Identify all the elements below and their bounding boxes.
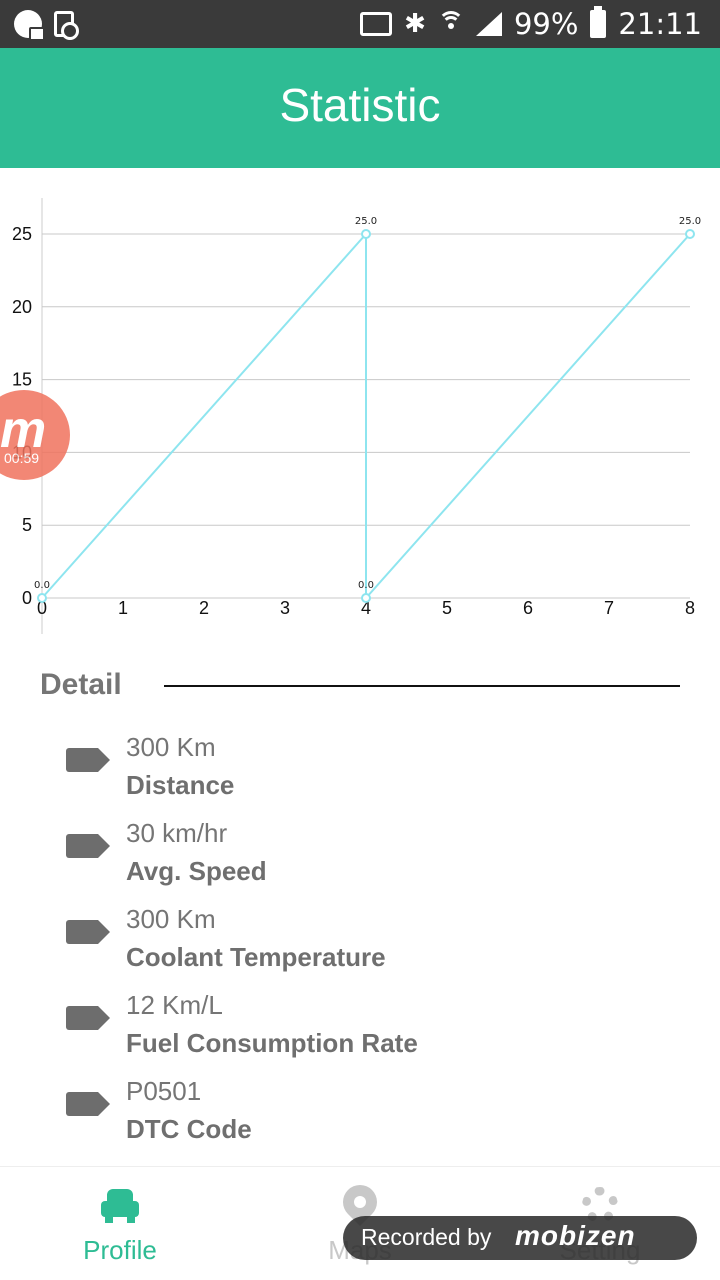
signal-icon: [475, 12, 502, 36]
statistic-chart: 05101520250123456780.025.00.025.0: [0, 168, 720, 648]
data-label: 0.0: [358, 580, 374, 591]
tag-icon: [66, 1006, 110, 1030]
y-tick-label: 0: [22, 588, 32, 608]
detail-list: 300 Km Distance 30 km/hr Avg. Speed 300 …: [66, 730, 686, 1160]
chart-svg: 05101520250123456780.025.00.025.0: [12, 198, 701, 634]
battery-percent: 99%: [513, 7, 579, 41]
detail-label: Avg. Speed: [126, 856, 267, 886]
status-bar-right: ✱ 99% 21:11: [360, 0, 702, 48]
detail-label: Coolant Temperature: [126, 942, 386, 972]
status-bar: ✱ 99% 21:11: [0, 0, 720, 48]
data-label: 0.0: [34, 580, 50, 591]
clock: 21:11: [618, 7, 702, 41]
detail-value: 300 Km: [126, 732, 216, 762]
status-bar-left: [14, 10, 79, 41]
recorded-by-banner: Recorded by mobizen: [343, 1216, 697, 1260]
tag-icon: [66, 1092, 110, 1116]
data-point: [361, 593, 371, 603]
x-tick-label: 3: [280, 598, 290, 618]
data-point: [37, 593, 47, 603]
recorded-by-text: Recorded by: [361, 1224, 492, 1250]
detail-value: 30 km/hr: [126, 818, 228, 848]
detail-label: Distance: [126, 770, 235, 800]
data-label: 25.0: [679, 216, 701, 227]
detail-value: 300 Km: [126, 904, 216, 934]
y-tick-label: 20: [12, 297, 32, 317]
nav-label-profile: Profile: [83, 1235, 157, 1265]
page-title: Statistic: [279, 79, 441, 131]
screen-record-notification-icon: [54, 11, 79, 40]
y-tick-label: 5: [22, 515, 32, 535]
car-icon: [101, 1189, 139, 1223]
detail-value: 12 Km/L: [126, 990, 223, 1020]
mobizen-brand-logo: mobizen: [515, 1220, 636, 1251]
x-tick-label: 7: [604, 598, 614, 618]
data-point: [361, 229, 371, 239]
series-line: [41, 231, 691, 601]
detail-value: P0501: [126, 1076, 202, 1106]
detail-label: Fuel Consumption Rate: [126, 1028, 418, 1058]
y-tick-label: 25: [12, 224, 32, 244]
record-timer: 00:59: [4, 450, 40, 466]
cast-icon: [360, 12, 393, 36]
tag-icon: [66, 834, 110, 858]
y-tick-label: 15: [12, 370, 32, 390]
data-label: 25.0: [355, 216, 377, 227]
x-tick-label: 1: [118, 598, 128, 618]
detail-label: DTC Code: [126, 1114, 252, 1144]
tag-icon: [66, 920, 110, 944]
app-bar: Statistic: [0, 48, 720, 168]
mobizen-notification-icon: [14, 10, 45, 41]
detail-title: Detail: [40, 668, 122, 701]
tag-icon: [66, 748, 110, 772]
detail-item-distance: 300 Km Distance: [66, 730, 686, 816]
detail-item-avg-speed: 30 km/hr Avg. Speed: [66, 816, 686, 902]
detail-header: Detail: [40, 668, 680, 708]
x-tick-label: 2: [199, 598, 209, 618]
detail-divider: [164, 685, 680, 687]
detail-item-fuel-consumption: 12 Km/L Fuel Consumption Rate: [66, 988, 686, 1074]
detail-item-dtc-code: P0501 DTC Code: [66, 1074, 686, 1160]
data-point: [685, 229, 695, 239]
bluetooth-icon: ✱: [404, 9, 426, 39]
battery-icon: [590, 6, 607, 38]
detail-item-coolant-temperature: 300 Km Coolant Temperature: [66, 902, 686, 988]
x-tick-label: 6: [523, 598, 533, 618]
x-tick-label: 5: [442, 598, 452, 618]
x-tick-label: 8: [685, 598, 695, 618]
nav-item-profile[interactable]: Profile: [0, 1167, 240, 1280]
wifi-icon: [437, 11, 464, 37]
